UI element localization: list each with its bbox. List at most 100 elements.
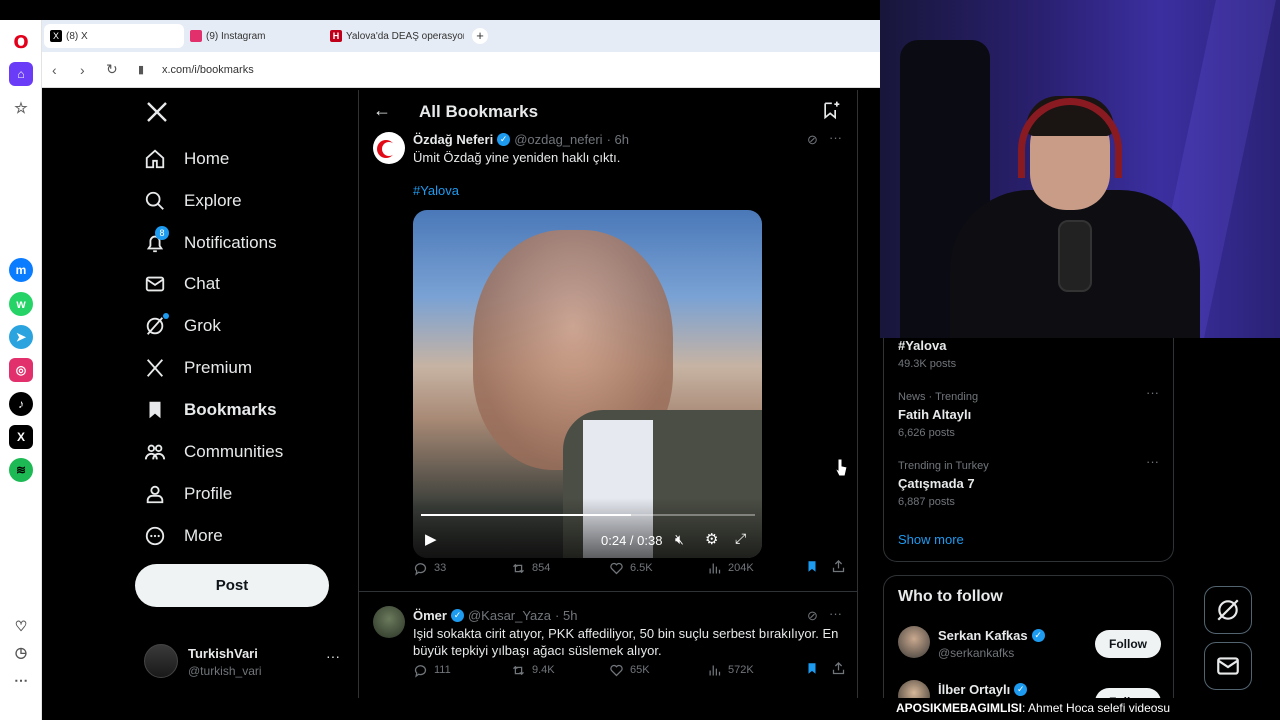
follow-suggestion[interactable]: Serkan Kafkas ✓ @serkankafks Follow xyxy=(884,626,1173,666)
reload-icon[interactable]: ↻ xyxy=(106,61,118,78)
trend-item[interactable]: Trending in Turkey Çatışmada 7 6,887 pos… xyxy=(898,454,1160,508)
tab-label: Yalova'da DEAŞ operasyon xyxy=(346,30,464,42)
back-arrow-icon[interactable]: ← xyxy=(373,100,391,121)
trend-name: Çatışmada 7 xyxy=(898,476,975,491)
bookmark-active-icon[interactable] xyxy=(805,559,819,577)
grok-float-button[interactable] xyxy=(1204,586,1252,634)
share-icon[interactable] xyxy=(831,559,846,577)
instagram-favicon-icon xyxy=(190,30,202,42)
mail-icon xyxy=(145,276,165,292)
x-logo-icon[interactable] xyxy=(145,100,169,129)
add-bookmark-folder-icon[interactable] xyxy=(821,100,841,125)
video-gradient xyxy=(413,498,762,558)
nav-bookmarks[interactable]: Bookmarks xyxy=(144,392,277,428)
nav-communities[interactable]: Communities xyxy=(144,434,283,470)
tweet-time[interactable]: · 5h xyxy=(555,608,577,623)
new-tab-icon[interactable]: + xyxy=(472,28,488,44)
grok-icon[interactable]: ⊘ xyxy=(807,132,818,148)
star-icon[interactable]: ☆ xyxy=(9,96,33,120)
tweet-time[interactable]: · 6h xyxy=(607,132,629,147)
instagram-icon[interactable]: ◎ xyxy=(9,358,33,382)
heart-icon[interactable]: ♡ xyxy=(9,614,33,638)
fullscreen-icon[interactable]: ⤢ xyxy=(735,530,746,547)
bookmark-active-icon[interactable] xyxy=(805,661,819,679)
home-icon xyxy=(145,149,165,169)
author-handle[interactable]: @Kasar_Yaza xyxy=(468,608,551,623)
repost-button[interactable]: 854 xyxy=(511,561,550,576)
messenger-icon[interactable]: m xyxy=(9,258,33,282)
mute-icon[interactable]: 🔇︎ xyxy=(675,531,684,548)
reply-button[interactable]: 111 xyxy=(413,663,451,678)
play-icon[interactable]: ▶ xyxy=(425,530,437,548)
like-button[interactable]: 65K xyxy=(609,663,650,678)
author-handle[interactable]: @ozdag_neferi xyxy=(514,132,602,147)
author-name[interactable]: Ömer xyxy=(413,608,447,623)
reply-button[interactable]: 33 xyxy=(413,561,446,576)
back-icon[interactable]: ‹ xyxy=(52,62,57,78)
account-switcher[interactable]: TurkishVari @turkish_vari ··· xyxy=(144,642,344,682)
tweet-2[interactable]: Ömer ✓ @Kasar_Yaza · 5h ⊘ ··· Işid sokak… xyxy=(359,596,857,698)
tweet-header: Ömer ✓ @Kasar_Yaza · 5h xyxy=(413,608,577,623)
trend-posts: 49.3K posts xyxy=(898,358,957,370)
hashtag-link[interactable]: #Yalova xyxy=(413,183,459,198)
nav-label: Chat xyxy=(184,274,220,293)
author-name[interactable]: Özdağ Neferi xyxy=(413,132,493,147)
nav-chat[interactable]: Chat xyxy=(144,266,220,302)
trend-item[interactable]: #Yalova 49.3K posts xyxy=(898,338,956,370)
more-dots-icon[interactable]: ··· xyxy=(829,130,842,145)
webcam-microphone xyxy=(1058,220,1092,292)
views-button[interactable]: 204K xyxy=(707,561,754,576)
repost-button[interactable]: 9.4K xyxy=(511,663,555,678)
x-app-icon[interactable]: X xyxy=(9,425,33,449)
more-dots-icon[interactable]: ··· xyxy=(1146,454,1159,469)
messages-float-button[interactable] xyxy=(1204,642,1252,690)
nav-premium[interactable]: Premium xyxy=(144,350,252,386)
settings-icon[interactable]: ⚙ xyxy=(705,530,718,548)
nav-home[interactable]: Home xyxy=(144,141,229,177)
grok-icon[interactable]: ⊘ xyxy=(807,608,818,624)
nav-label: Communities xyxy=(184,442,284,461)
trend-item[interactable]: News · Trending Fatih Altaylı 6,626 post… xyxy=(898,385,1160,439)
history-icon[interactable]: ◷ xyxy=(9,640,33,664)
nav-profile[interactable]: Profile xyxy=(144,476,232,512)
trends-panel: #Yalova 49.3K posts News · Trending Fati… xyxy=(883,300,1174,562)
opera-logo-icon[interactable]: O xyxy=(9,30,33,54)
nav-label: More xyxy=(184,526,223,545)
more-dots-icon[interactable]: ··· xyxy=(1146,385,1159,400)
tweet-text-line-2: büyük tepkiyi yılbaşı ağacı süslemek alı… xyxy=(413,643,662,658)
nav-label: Notifications xyxy=(184,233,277,252)
more-dots-icon[interactable]: ··· xyxy=(326,648,340,664)
forward-icon[interactable]: › xyxy=(80,62,85,78)
views-button[interactable]: 572K xyxy=(707,663,754,678)
more-icon[interactable]: ⋯ xyxy=(9,668,33,692)
post-button[interactable]: Post xyxy=(135,564,329,607)
avatar[interactable] xyxy=(373,132,405,164)
tab-x[interactable]: X (8) X xyxy=(44,24,184,48)
whatsapp-icon[interactable]: w xyxy=(9,292,33,316)
url-field[interactable]: x.com/i/bookmarks xyxy=(162,64,254,76)
telegram-icon[interactable]: ➤ xyxy=(9,325,33,349)
trend-name: Fatih Altaylı xyxy=(898,407,972,422)
spotify-icon[interactable]: ≋ xyxy=(9,458,33,482)
tab-instagram[interactable]: (9) Instagram xyxy=(184,24,322,48)
nav-explore[interactable]: Explore xyxy=(144,183,242,219)
bookmark-icon xyxy=(149,401,161,419)
nav-more[interactable]: More xyxy=(144,518,223,554)
avatar[interactable] xyxy=(373,606,405,638)
tiktok-icon[interactable]: ♪ xyxy=(9,392,33,416)
show-more-link[interactable]: Show more xyxy=(898,532,964,547)
nav-label: Bookmarks xyxy=(184,400,277,419)
tab-news[interactable]: H Yalova'da DEAŞ operasyon xyxy=(324,24,464,48)
home-icon[interactable]: ⌂ xyxy=(9,62,33,86)
more-dots-icon[interactable]: ··· xyxy=(829,606,842,621)
video-player[interactable]: ▶ 0:24 / 0:38 🔇︎ ⚙ ⤢ xyxy=(413,210,762,558)
main-column: ← All Bookmarks Özdağ Neferi ✓ @ozdag_ne… xyxy=(358,90,858,698)
tweet-1[interactable]: Özdağ Neferi ✓ @ozdag_neferi · 6h ⊘ ··· … xyxy=(359,130,857,592)
video-progress-track[interactable] xyxy=(421,514,755,516)
nav-grok[interactable]: Grok xyxy=(144,308,221,344)
nav-label: Home xyxy=(184,149,230,168)
like-button[interactable]: 6.5K xyxy=(609,561,653,576)
follow-button[interactable]: Follow xyxy=(1095,630,1161,658)
share-icon[interactable] xyxy=(831,661,846,679)
nav-notifications[interactable]: 8 Notifications xyxy=(144,225,277,261)
